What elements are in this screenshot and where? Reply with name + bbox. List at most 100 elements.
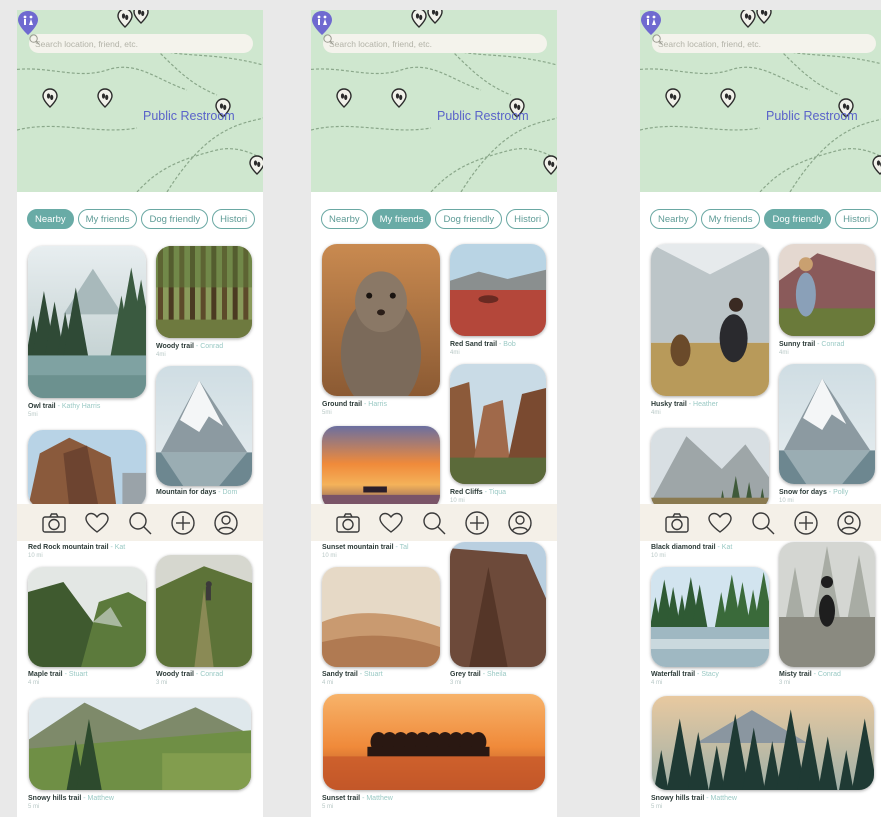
filter-chip[interactable]: My friends xyxy=(700,209,761,229)
trail-photo xyxy=(156,555,252,667)
trail-distance: 4 mi xyxy=(651,680,663,686)
trail-photo-card[interactable] xyxy=(450,244,546,336)
camera-icon[interactable] xyxy=(664,510,690,536)
trail-marker-icon[interactable] xyxy=(720,88,736,108)
search-bar[interactable]: Search location, friend, etc. xyxy=(29,34,253,53)
trail-marker-icon[interactable] xyxy=(665,88,681,108)
trail-photo-card[interactable] xyxy=(156,246,252,338)
trail-photo-card[interactable] xyxy=(779,364,875,484)
trail-distance: 4mi xyxy=(651,410,661,416)
filter-chip[interactable]: Dog friendly xyxy=(764,209,832,229)
filter-chips: Nearby My friends Dog friendly Histori xyxy=(650,209,879,229)
filter-chip[interactable]: Dog friendly xyxy=(141,209,209,229)
trail-name: Ground trail xyxy=(322,401,363,408)
trail-name: Sunny trail xyxy=(779,341,816,348)
camera-icon[interactable] xyxy=(41,510,67,536)
trail-photo xyxy=(322,567,440,667)
trail-distance: 5 mi xyxy=(322,804,334,810)
restroom-pin-icon[interactable] xyxy=(17,10,39,36)
trail-marker-icon[interactable] xyxy=(391,88,407,108)
trail-photo-card[interactable] xyxy=(29,698,251,790)
map-poi-label[interactable]: Public Restroom xyxy=(437,109,529,123)
trail-photo-card[interactable] xyxy=(322,426,440,510)
trail-photo-card[interactable] xyxy=(28,430,146,508)
filter-chip[interactable]: Nearby xyxy=(27,209,74,229)
heart-icon[interactable] xyxy=(84,510,110,536)
heart-icon[interactable] xyxy=(378,510,404,536)
trail-map[interactable]: Search location, friend, etc. Public Rest… xyxy=(311,10,557,192)
filter-chip[interactable]: Nearby xyxy=(650,209,697,229)
filter-chip[interactable]: Histori xyxy=(835,209,879,229)
trail-map[interactable]: Search location, friend, etc. Public Rest… xyxy=(640,10,881,192)
map-poi-label[interactable]: Public Restroom xyxy=(143,109,235,123)
trail-marker-icon[interactable] xyxy=(97,88,113,108)
trail-photo-card[interactable] xyxy=(652,696,874,790)
trail-caption: Sunset trail - Matthew 5 mi xyxy=(322,794,393,812)
trail-marker-icon[interactable] xyxy=(42,88,58,108)
filter-chip[interactable]: Nearby xyxy=(321,209,368,229)
trail-photo-card[interactable] xyxy=(779,542,875,667)
trail-distance: 5mi xyxy=(322,410,332,416)
trail-marker-icon[interactable] xyxy=(249,155,263,175)
profile-icon[interactable] xyxy=(507,510,533,536)
trail-marker-icon[interactable] xyxy=(336,88,352,108)
camera-icon[interactable] xyxy=(335,510,361,536)
trail-marker-icon[interactable] xyxy=(756,10,772,24)
add-icon[interactable] xyxy=(793,510,819,536)
trail-photo xyxy=(322,244,440,396)
filter-chip[interactable]: My friends xyxy=(371,209,432,229)
trail-marker-icon[interactable] xyxy=(427,10,443,24)
trail-name: Woody trail xyxy=(156,343,194,350)
trail-distance: 4mi xyxy=(779,350,789,356)
trail-distance: 10 mi xyxy=(651,553,666,559)
trail-caption: Sunset mountain trail - Tal 10 mi xyxy=(322,543,409,561)
trail-distance: 5 mi xyxy=(28,804,40,810)
trail-photo-card[interactable] xyxy=(28,567,146,667)
search-icon[interactable] xyxy=(750,510,776,536)
trail-photo-card[interactable] xyxy=(28,246,146,398)
trail-marker-icon[interactable] xyxy=(133,10,149,24)
add-icon[interactable] xyxy=(170,510,196,536)
search-icon[interactable] xyxy=(421,510,447,536)
trail-photo-card[interactable] xyxy=(651,428,769,510)
trail-caption: Red Sand trail - Bob 4mi xyxy=(450,340,516,358)
trail-photo xyxy=(322,426,440,510)
profile-icon[interactable] xyxy=(213,510,239,536)
trail-photo-card[interactable] xyxy=(651,244,769,396)
trail-caption: Owl trail - Kathy Harris 5mi xyxy=(28,402,100,420)
trail-photo-card[interactable] xyxy=(323,694,545,790)
trail-photo-card[interactable] xyxy=(322,244,440,396)
trail-marker-icon[interactable] xyxy=(411,10,427,28)
trail-distance: 4 mi xyxy=(322,680,334,686)
trail-photo-card[interactable] xyxy=(322,567,440,667)
filter-chip[interactable]: Histori xyxy=(506,209,550,229)
restroom-pin-icon[interactable] xyxy=(640,10,662,36)
search-icon[interactable] xyxy=(127,510,153,536)
map-poi-label[interactable]: Public Restroom xyxy=(766,109,858,123)
trail-marker-icon[interactable] xyxy=(117,10,133,28)
filter-chip[interactable]: Dog friendly xyxy=(435,209,503,229)
trail-name: Snowy hills trail xyxy=(28,795,82,802)
trail-name: Grey trail xyxy=(450,671,481,678)
trail-photo-card[interactable] xyxy=(450,542,546,667)
search-bar[interactable]: Search location, friend, etc. xyxy=(323,34,547,53)
trail-caption: Husky trail - Heather 4mi xyxy=(651,400,718,418)
filter-chip[interactable]: Histori xyxy=(212,209,256,229)
trail-marker-icon[interactable] xyxy=(872,155,881,175)
trail-marker-icon[interactable] xyxy=(740,10,756,28)
trail-photo-card[interactable] xyxy=(156,366,252,486)
trail-photo-card[interactable] xyxy=(779,244,875,336)
add-icon[interactable] xyxy=(464,510,490,536)
trail-caption: Red Rock mountain trail - Kat 10 mi xyxy=(28,543,125,561)
restroom-pin-icon[interactable] xyxy=(311,10,333,36)
filter-chip[interactable]: My friends xyxy=(77,209,138,229)
profile-icon[interactable] xyxy=(836,510,862,536)
trail-photo-card[interactable] xyxy=(450,364,546,484)
trail-marker-icon[interactable] xyxy=(543,155,557,175)
trail-caption: Black diamond trail - Kat 10 mi xyxy=(651,543,732,561)
trail-photo-card[interactable] xyxy=(156,555,252,667)
heart-icon[interactable] xyxy=(707,510,733,536)
trail-map[interactable]: Search location, friend, etc. Public Rest… xyxy=(17,10,263,192)
trail-photo-card[interactable] xyxy=(651,567,769,667)
search-bar[interactable]: Search location, friend, etc. xyxy=(652,34,876,53)
